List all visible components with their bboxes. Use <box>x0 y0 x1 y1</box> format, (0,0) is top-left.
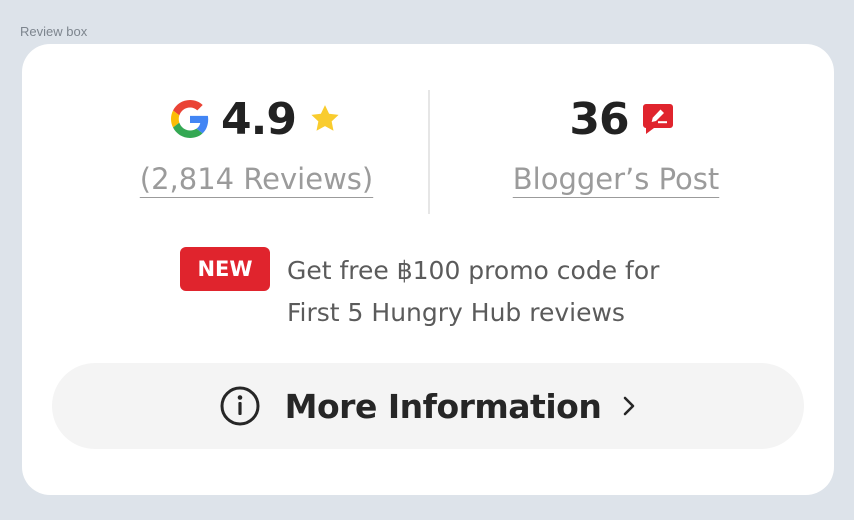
new-badge: NEW <box>180 247 270 291</box>
promo-banner: NEW Get free ฿100 promo code for First 5… <box>180 244 740 334</box>
google-rating-column: 4.9 (2,814 Reviews) <box>84 90 429 197</box>
blogger-count-line: 36 <box>440 90 792 148</box>
vertical-divider <box>428 90 430 214</box>
stats-row: 4.9 (2,814 Reviews) 36 Blogger’s Post <box>22 44 834 244</box>
google-reviews-link[interactable]: (2,814 Reviews) <box>140 162 373 196</box>
promo-line-1: Get free ฿100 promo code for <box>287 256 660 285</box>
blogger-column: 36 Blogger’s Post <box>440 90 792 197</box>
google-rating-line: 4.9 <box>84 90 429 148</box>
google-rating-value: 4.9 <box>221 93 297 145</box>
promo-text: Get free ฿100 promo code for First 5 Hun… <box>287 250 707 334</box>
chevron-right-icon <box>621 394 637 418</box>
blogger-post-icon <box>641 102 675 136</box>
blogger-post-count: 36 <box>569 93 629 145</box>
promo-line-2: First 5 Hungry Hub reviews <box>287 298 625 327</box>
bloggers-post-link[interactable]: Blogger’s Post <box>513 162 720 196</box>
frame-label: Review box <box>20 24 88 39</box>
more-information-label: More Information <box>284 386 602 426</box>
more-information-button[interactable]: More Information <box>52 363 804 449</box>
info-circle-icon <box>219 385 261 427</box>
google-g-icon <box>171 100 209 138</box>
star-icon <box>308 102 342 136</box>
review-box-card: 4.9 (2,814 Reviews) 36 Blogger’s Post NE… <box>22 44 834 495</box>
